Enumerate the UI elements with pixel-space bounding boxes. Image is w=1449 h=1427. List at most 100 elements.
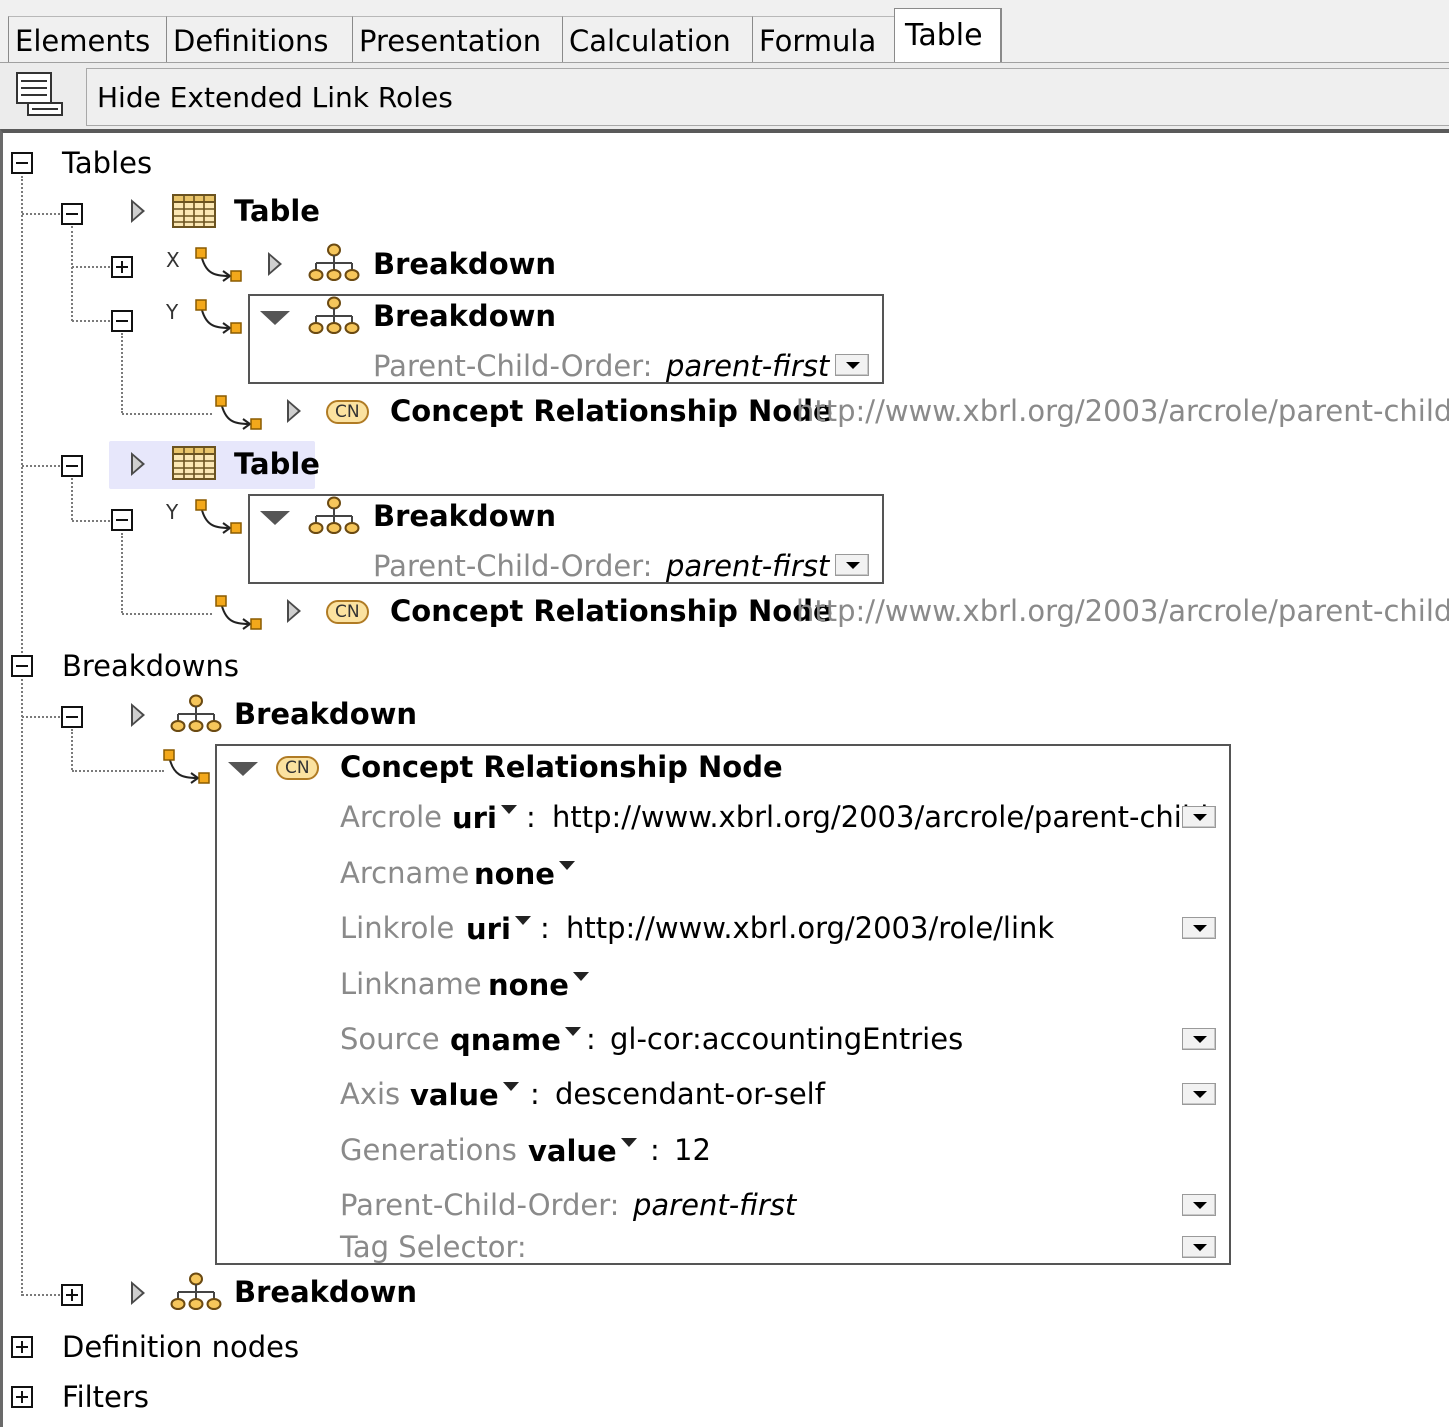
type-dropdown-icon[interactable] (620, 1138, 637, 1147)
table-icon (172, 194, 216, 228)
parent-child-order-value: parent-first (633, 1188, 797, 1222)
source-value[interactable]: gl-cor:accountingEntries (610, 1021, 963, 1057)
parent-child-order-value: parent-first (666, 349, 830, 383)
table-label[interactable]: Table (234, 193, 320, 229)
breakdown-label[interactable]: Breakdown (373, 498, 556, 534)
expand-arrow-icon[interactable] (287, 599, 301, 623)
colon: : (586, 1022, 596, 1056)
collapse-toggle[interactable] (111, 310, 133, 332)
tab-formula[interactable]: Formula (752, 16, 894, 62)
collapse-arrow-icon[interactable] (260, 311, 290, 325)
tree-connector (72, 266, 110, 268)
arcname-label: Arcname (340, 856, 470, 890)
linkname-type[interactable]: none (488, 967, 589, 1003)
breakdown-icon (308, 243, 360, 283)
linkrole-label: Linkrole (340, 911, 455, 945)
tree-connector (22, 465, 60, 467)
relationship-icon (215, 394, 263, 434)
concept-relationship-node-label[interactable]: Concept Relationship Node (390, 593, 833, 629)
source-label: Source (340, 1022, 440, 1056)
relationship-icon (215, 594, 263, 634)
expand-arrow-icon[interactable] (131, 452, 145, 476)
arcrole-dropdown[interactable] (1182, 806, 1216, 828)
tree-connector (21, 176, 23, 1296)
expand-toggle[interactable] (61, 1284, 83, 1306)
type-dropdown-icon[interactable] (558, 861, 575, 870)
source-dropdown[interactable] (1182, 1028, 1216, 1050)
filters-label: Filters (62, 1380, 149, 1414)
type-dropdown-icon[interactable] (564, 1027, 581, 1036)
axis-dropdown[interactable] (1182, 1083, 1216, 1105)
generations-type[interactable]: value (528, 1133, 637, 1169)
type-dropdown-icon[interactable] (502, 1082, 519, 1091)
collapse-toggle[interactable] (61, 455, 83, 477)
relationship-icon (195, 246, 243, 286)
linkrole-type[interactable]: uri (466, 911, 531, 947)
expand-toggle[interactable] (11, 1386, 33, 1408)
tab-presentation[interactable]: Presentation (352, 16, 562, 62)
arcname-type[interactable]: none (474, 856, 575, 892)
parent-child-order-label: Parent-Child-Order: (373, 349, 653, 383)
list-panel-icon[interactable] (14, 70, 66, 126)
tab-calculation[interactable]: Calculation (562, 16, 752, 62)
axis-type[interactable]: value (410, 1077, 519, 1113)
expand-arrow-icon[interactable] (131, 1281, 145, 1305)
concept-relationship-node-label[interactable]: Concept Relationship Node (340, 749, 783, 785)
linkrole-dropdown[interactable] (1182, 917, 1216, 939)
tree-connector (72, 770, 164, 772)
table-icon (172, 446, 216, 480)
tree-connector (121, 533, 123, 613)
generations-value[interactable]: 12 (674, 1132, 711, 1168)
hide-extended-link-roles-button[interactable]: Hide Extended Link Roles (86, 68, 1449, 126)
collapse-toggle[interactable] (61, 203, 83, 225)
tab-table[interactable]: Table (894, 8, 1002, 64)
expand-arrow-icon[interactable] (287, 399, 301, 423)
expand-arrow-icon[interactable] (131, 199, 145, 223)
tree-connector (22, 213, 60, 215)
tag-selector-label: Tag Selector: (340, 1230, 527, 1264)
parent-child-order-dropdown[interactable] (835, 554, 869, 576)
arcrole-label: Arcrole (340, 800, 442, 834)
expand-arrow-icon[interactable] (131, 703, 145, 727)
expand-arrow-icon[interactable] (268, 252, 282, 276)
collapse-toggle[interactable] (11, 152, 33, 174)
cn-badge-icon: CN (326, 600, 369, 624)
tree-connector (71, 226, 73, 321)
collapse-arrow-icon[interactable] (228, 762, 258, 776)
generations-label: Generations (340, 1133, 517, 1167)
breakdown-label[interactable]: Breakdown (373, 246, 556, 282)
type-dropdown-icon[interactable] (500, 805, 517, 814)
type-dropdown-icon[interactable] (514, 916, 531, 925)
tree-connector (72, 520, 110, 522)
tree-connector (22, 1294, 60, 1296)
table-label[interactable]: Table (234, 446, 320, 482)
parent-child-order-label: Parent-Child-Order: (373, 549, 653, 583)
breakdown-label[interactable]: Breakdown (234, 696, 417, 732)
tables-label: Tables (62, 146, 153, 180)
source-type[interactable]: qname (450, 1022, 581, 1058)
linkrole-value[interactable]: http://www.xbrl.org/2003/role/link (566, 910, 1054, 946)
type-dropdown-icon[interactable] (572, 972, 589, 981)
axis-value[interactable]: descendant-or-self (555, 1076, 825, 1112)
arcrole-type[interactable]: uri (452, 800, 517, 836)
concept-relationship-node-label[interactable]: Concept Relationship Node (390, 393, 833, 429)
breakdown-label[interactable]: Breakdown (234, 1274, 417, 1310)
tag-selector-dropdown[interactable] (1182, 1236, 1216, 1258)
linkname-label: Linkname (340, 967, 482, 1001)
collapse-toggle[interactable] (61, 706, 83, 728)
tab-elements[interactable]: Elements (8, 16, 166, 62)
collapse-toggle[interactable] (11, 655, 33, 677)
breakdown-label[interactable]: Breakdown (373, 298, 556, 334)
parent-child-order-dropdown[interactable] (1182, 1194, 1216, 1216)
tree-connector (121, 333, 123, 413)
collapse-arrow-icon[interactable] (260, 511, 290, 525)
expand-toggle[interactable] (111, 256, 133, 278)
collapse-toggle[interactable] (111, 509, 133, 531)
expand-toggle[interactable] (11, 1336, 33, 1358)
arcrole-value[interactable]: http://www.xbrl.org/2003/arcrole/parent-… (552, 799, 1208, 835)
tab-definitions[interactable]: Definitions (166, 16, 352, 62)
parent-child-order-dropdown[interactable] (835, 354, 869, 376)
breakdown-icon (308, 296, 360, 336)
breakdowns-label: Breakdowns (62, 649, 239, 683)
tab-bar: Elements Definitions Presentation Calcul… (0, 0, 1449, 64)
